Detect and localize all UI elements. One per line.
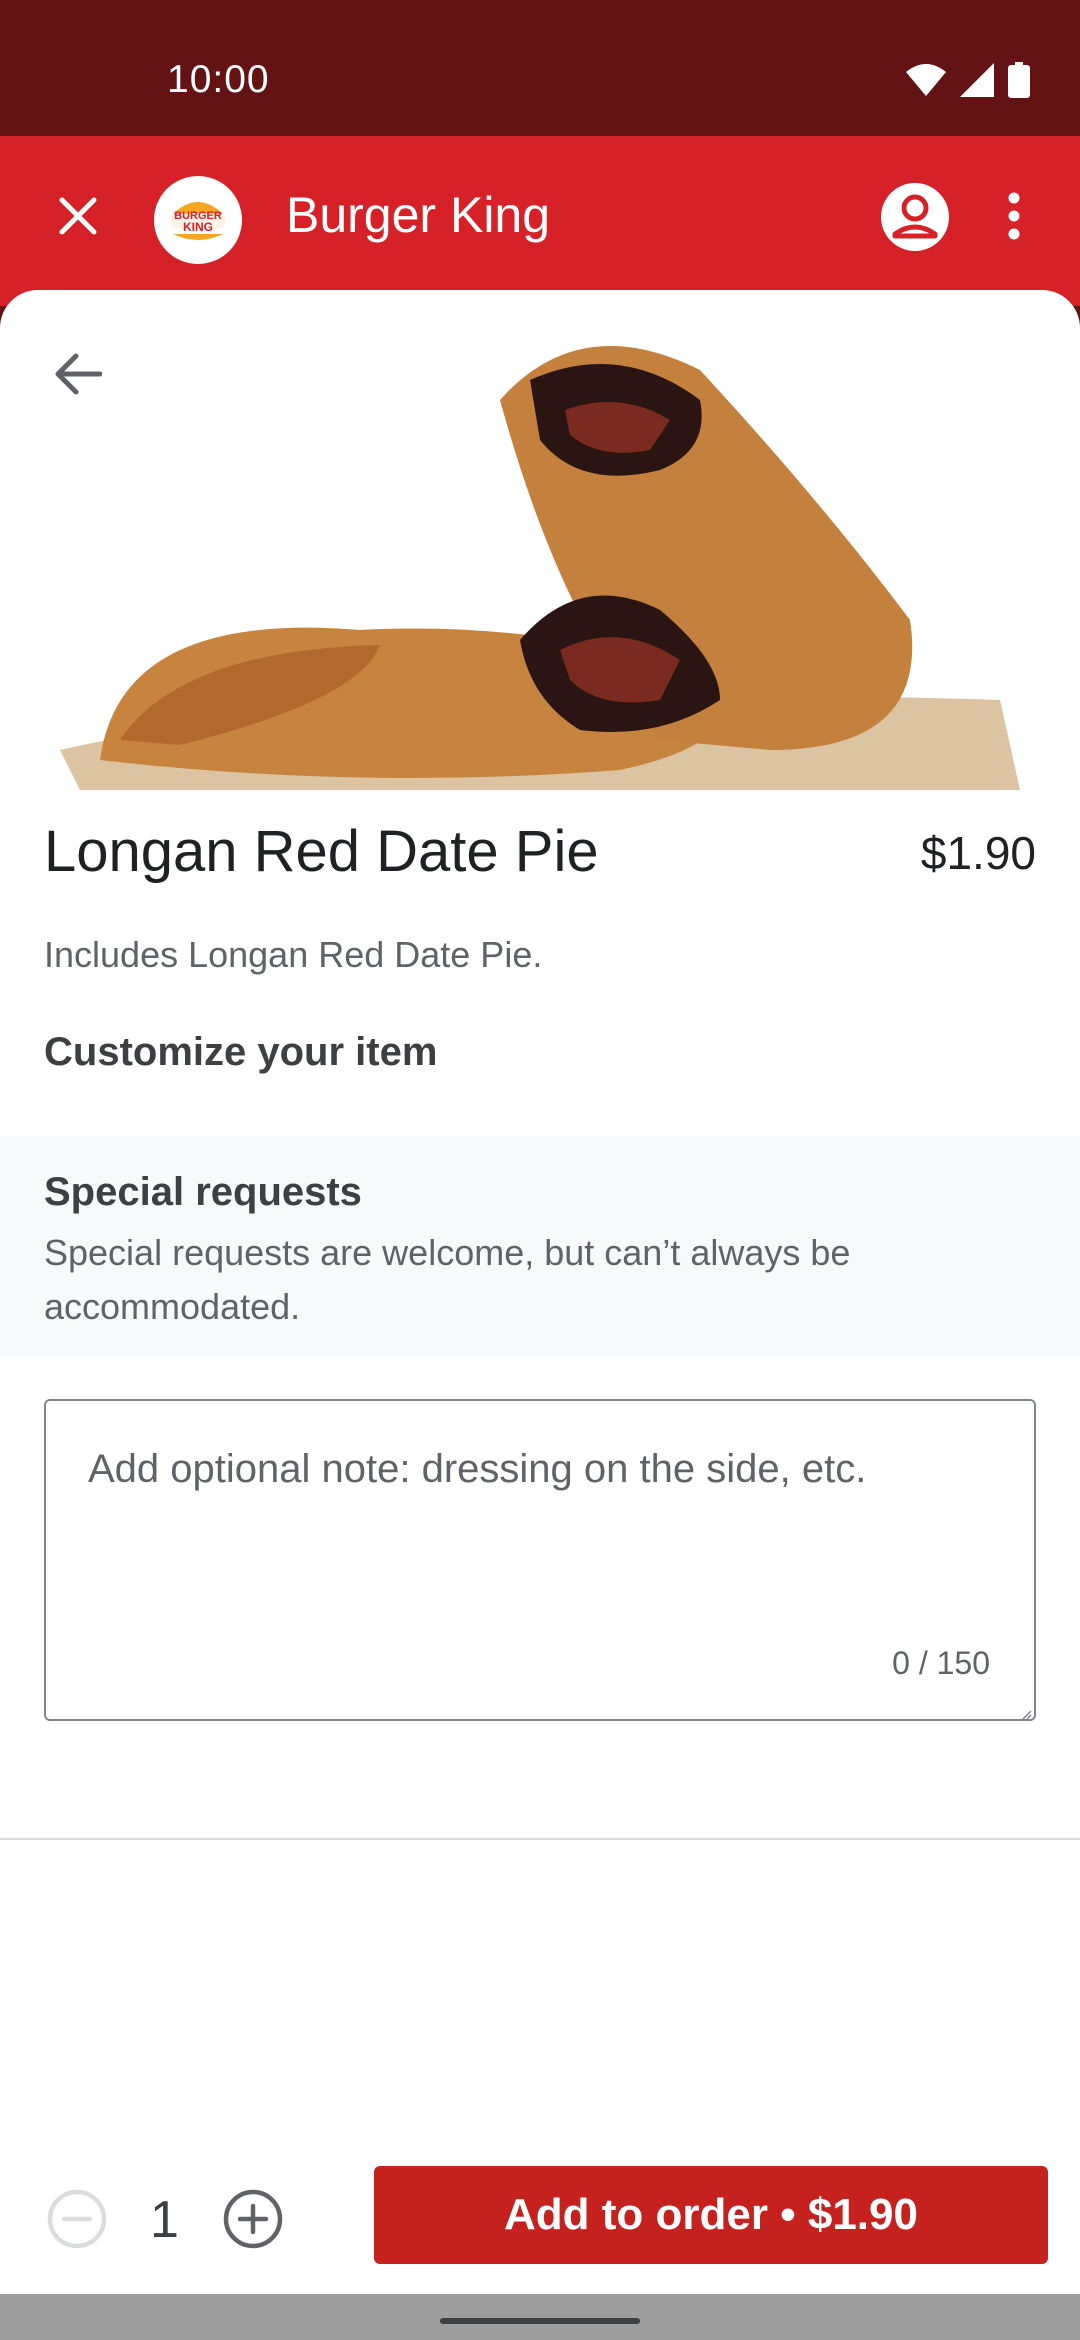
more-vert-icon: [1007, 192, 1021, 245]
character-counter: 0 / 150: [892, 1645, 990, 1681]
quantity-value: 1: [150, 2191, 179, 2249]
account-button[interactable]: [878, 180, 952, 254]
more-options-button[interactable]: [992, 182, 1036, 254]
decrease-quantity-button[interactable]: [44, 2186, 110, 2252]
status-icons: [906, 62, 1030, 98]
item-name: Longan Red Date Pie: [44, 819, 599, 884]
wifi-icon: [906, 64, 946, 96]
app-bar: BURGER KING Burger King: [0, 136, 1080, 306]
item-detail-sheet: Longan Red Date Pie $1.90 Includes Longa…: [0, 290, 1080, 2340]
item-price: $1.90: [920, 827, 1036, 879]
special-requests-section: Special requests Special requests are we…: [0, 1136, 1080, 1356]
signal-icon: [960, 63, 994, 97]
add-to-order-button[interactable]: Add to order • $1.90: [374, 2166, 1048, 2264]
close-icon: [58, 196, 98, 241]
remove-circle-icon: [44, 2189, 110, 2256]
order-bar: [0, 1840, 1080, 2000]
close-button[interactable]: [42, 182, 114, 254]
app-title: Burger King: [286, 187, 551, 243]
navigation-bar: [0, 2294, 1080, 2340]
customize-heading: Customize your item: [44, 1030, 438, 1074]
back-button[interactable]: [42, 340, 114, 412]
resize-handle-icon[interactable]: [1022, 1707, 1032, 1720]
item-image: [60, 320, 1030, 790]
home-gesture-handle[interactable]: [440, 2318, 640, 2324]
special-requests-input[interactable]: [88, 1447, 988, 1492]
battery-icon: [1008, 62, 1030, 98]
status-time: 10:00: [167, 58, 270, 101]
item-description: Includes Longan Red Date Pie.: [44, 934, 543, 975]
account-icon: [878, 183, 952, 258]
special-requests-subtitle: Special requests are welcome, but can’t …: [44, 1232, 851, 1327]
logo-text-bottom: KING: [183, 220, 213, 234]
burger-king-logo: BURGER KING: [154, 176, 242, 264]
special-requests-title: Special requests: [44, 1170, 362, 1214]
arrow-back-icon: [54, 352, 103, 401]
special-requests-field[interactable]: 0 / 150: [44, 1399, 1036, 1721]
increase-quantity-button[interactable]: [220, 2186, 286, 2252]
add-circle-icon: [220, 2189, 286, 2256]
status-bar: 10:00: [0, 0, 1080, 136]
